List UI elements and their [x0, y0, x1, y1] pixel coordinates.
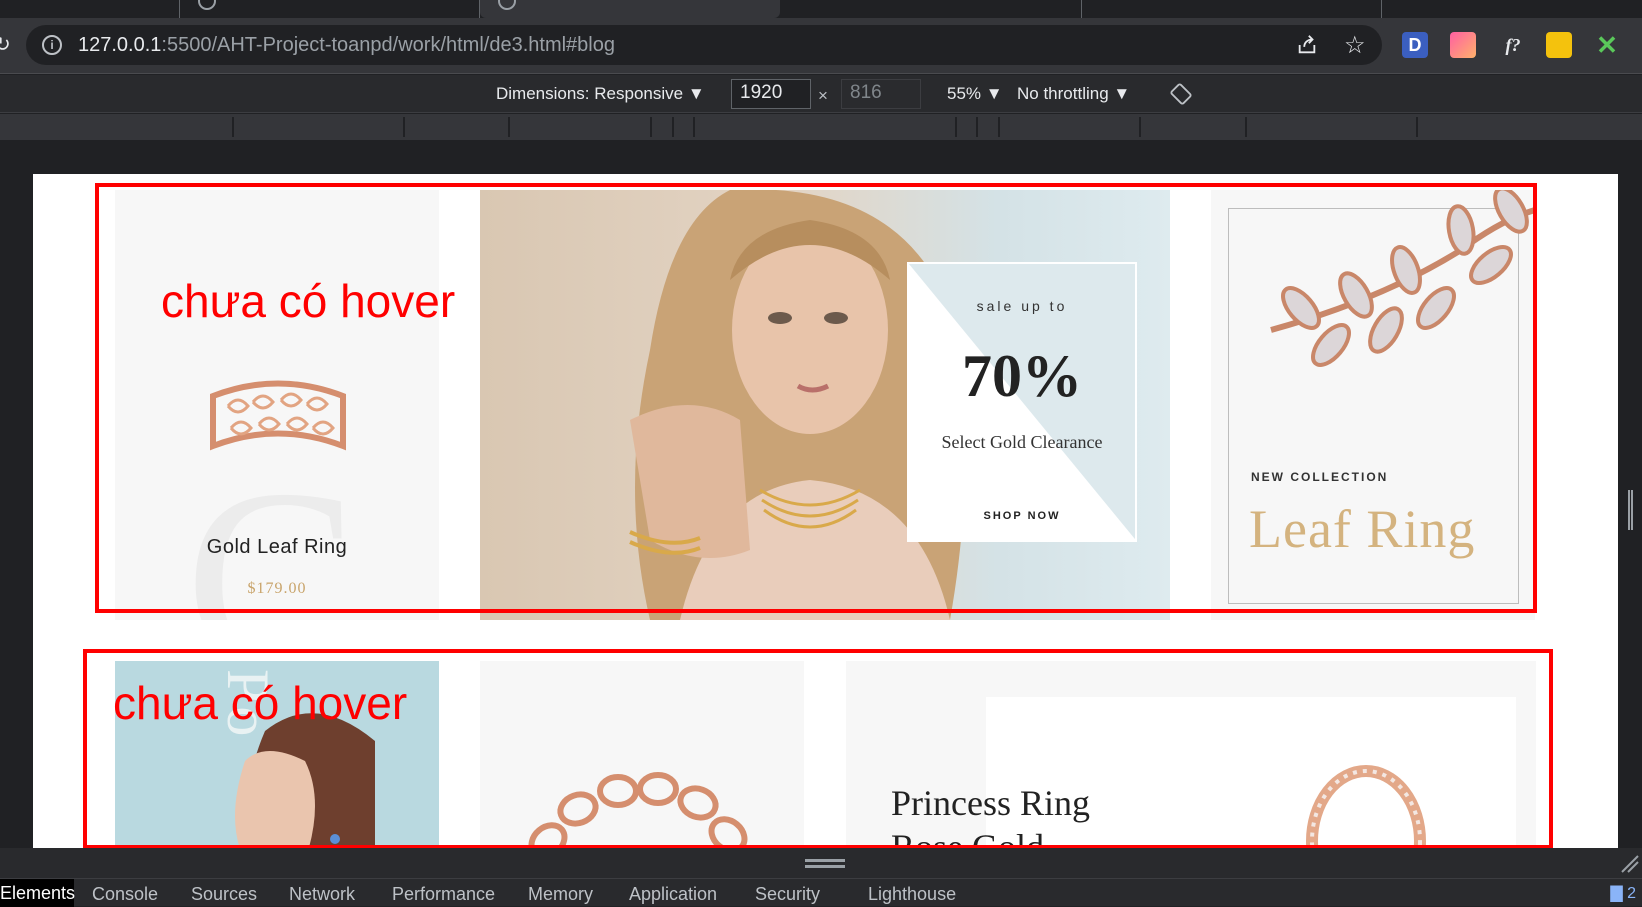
throttling-dropdown[interactable]: No throttling ▼: [1017, 84, 1130, 104]
throttling-label: No throttling: [1017, 84, 1109, 103]
ruler-divider: [955, 117, 957, 137]
drawer-resize-bar[interactable]: [0, 848, 1642, 878]
ruler-divider: [976, 117, 978, 137]
drag-grip: [805, 859, 845, 862]
url-host: 127.0.0.1: [78, 34, 162, 56]
tab-application[interactable]: Application: [629, 884, 717, 905]
media-query-ruler[interactable]: [0, 114, 1642, 140]
url-text[interactable]: 127.0.0.1:5500/AHT-Project-toanpd/work/h…: [78, 34, 615, 57]
ruler-divider: [403, 117, 405, 137]
tab-sources[interactable]: Sources: [191, 884, 257, 905]
bookmark-star-icon[interactable]: ☆: [1344, 31, 1366, 60]
info-icon[interactable]: i: [42, 35, 62, 55]
address-bar[interactable]: i 127.0.0.1:5500/AHT-Project-toanpd/work…: [26, 25, 1382, 65]
resize-corner-icon[interactable]: [1620, 854, 1640, 874]
ruler-divider: [1245, 117, 1247, 137]
rotate-icon[interactable]: [1170, 83, 1192, 105]
url-path: :5500/AHT-Project-toanpd/work/html/de3.h…: [161, 34, 615, 56]
browser-tab[interactable]: [180, 0, 480, 18]
browser-tab[interactable]: [1082, 0, 1382, 18]
dimensions-dropdown[interactable]: Dimensions: Responsive ▼: [496, 84, 705, 104]
zoom-dropdown[interactable]: 55% ▼: [947, 84, 1003, 104]
tab-network[interactable]: Network: [289, 884, 355, 905]
times-glyph: ×: [818, 86, 828, 105]
issues-count: 2: [1627, 885, 1636, 902]
extension-tools-icon[interactable]: ✕: [1594, 32, 1620, 58]
caret-down-icon: ▼: [985, 84, 1003, 103]
ruler-divider: [232, 117, 234, 137]
globe-icon: [198, 0, 216, 10]
ruler-divider: [508, 117, 510, 137]
browser-tab[interactable]: [782, 0, 1082, 18]
caret-down-icon: ▼: [687, 84, 705, 103]
tab-console[interactable]: Console: [92, 884, 158, 905]
devtools-tab-bar: Elements Console Sources Network Perform…: [0, 878, 1642, 907]
page-viewport: C Gold Leaf Ring $179.00 sale up to 70% …: [33, 174, 1618, 848]
caret-down-icon: ▼: [1113, 84, 1131, 103]
chat-icon: ▇: [1610, 885, 1623, 902]
ruler-divider: [998, 117, 1000, 137]
extension-d-icon[interactable]: D: [1402, 32, 1428, 58]
viewport-resize-handle[interactable]: [1628, 490, 1633, 530]
browser-tab[interactable]: [0, 0, 180, 18]
reload-icon[interactable]: ↻: [0, 32, 11, 57]
ruler-divider: [1139, 117, 1141, 137]
drag-grip: [805, 865, 845, 868]
browser-toolbar: ↻ i 127.0.0.1:5500/AHT-Project-toanpd/wo…: [0, 18, 1642, 74]
annotation-label: chưa có hover: [113, 677, 408, 729]
width-input[interactable]: 1920: [731, 79, 811, 109]
tab-memory[interactable]: Memory: [528, 884, 593, 905]
ruler-divider: [650, 117, 652, 137]
zoom-label: 55%: [947, 84, 982, 103]
issues-badge[interactable]: ▇ 2: [1610, 883, 1636, 903]
browser-tab-strip: [0, 0, 1642, 18]
annotation-box-top: [95, 183, 1537, 613]
extension-gradient-icon[interactable]: [1450, 32, 1476, 58]
tab-lighthouse[interactable]: Lighthouse: [868, 884, 956, 905]
extension-fonts-icon[interactable]: f?: [1496, 32, 1530, 58]
tab-performance[interactable]: Performance: [392, 884, 495, 905]
annotation-label: chưa có hover: [161, 275, 456, 327]
tab-elements[interactable]: Elements: [0, 879, 75, 907]
share-icon[interactable]: [1296, 34, 1318, 56]
ruler-divider: [1416, 117, 1418, 137]
browser-tab-active[interactable]: [480, 0, 780, 18]
height-input[interactable]: 816: [841, 79, 921, 109]
dimensions-label: Dimensions: Responsive: [496, 84, 684, 103]
globe-icon: [498, 0, 516, 10]
ruler-divider: [693, 117, 695, 137]
tab-security[interactable]: Security: [755, 884, 820, 905]
device-toolbar: Dimensions: Responsive ▼ 1920 × 816 55% …: [0, 75, 1642, 113]
ruler-divider: [672, 117, 674, 137]
extension-chart-icon[interactable]: [1546, 32, 1572, 58]
